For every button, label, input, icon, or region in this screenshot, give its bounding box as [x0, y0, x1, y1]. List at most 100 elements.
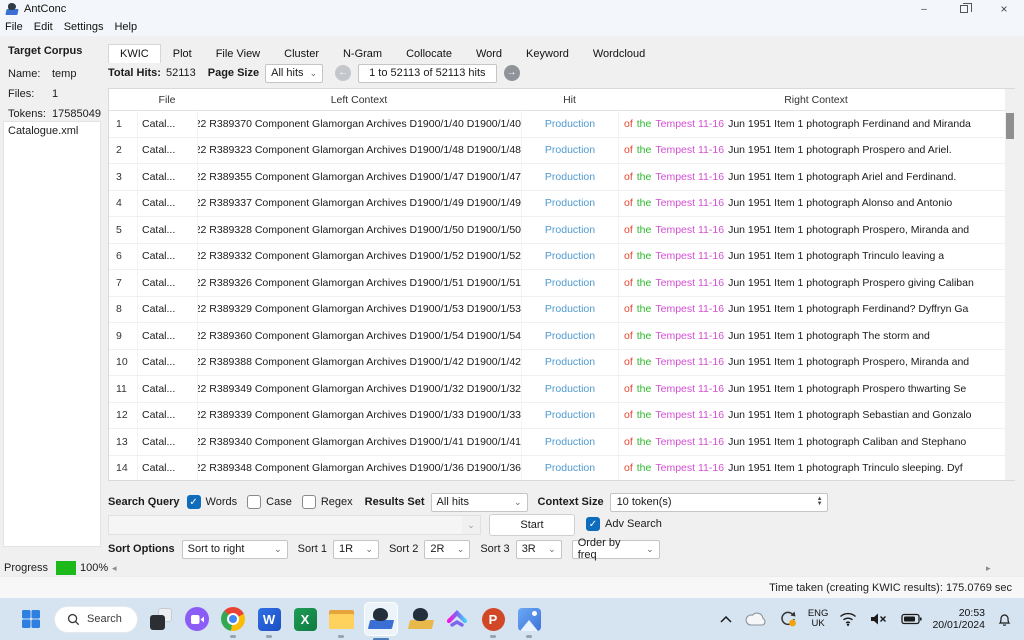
- photos-button[interactable]: [516, 606, 542, 632]
- word-button[interactable]: W: [256, 606, 282, 632]
- regex-checkbox[interactable]: [302, 495, 316, 509]
- video-app-button[interactable]: [184, 606, 210, 632]
- scrollbar-thumb[interactable]: [1006, 113, 1014, 139]
- restore-button[interactable]: [944, 0, 984, 18]
- antconc-alt-button[interactable]: [408, 606, 434, 632]
- file-explorer-button[interactable]: [328, 606, 354, 632]
- hscroll-right-arrow-icon[interactable]: ▸: [986, 563, 991, 574]
- col-header-hit[interactable]: Hit: [521, 89, 618, 110]
- case-checkbox[interactable]: [247, 495, 261, 509]
- menu-settings[interactable]: Settings: [64, 21, 104, 33]
- close-button[interactable]: ×: [984, 0, 1024, 18]
- prev-page-button[interactable]: ←: [335, 65, 351, 81]
- tray-expand-button[interactable]: [717, 606, 735, 632]
- sort-3-select[interactable]: 3R⌄: [516, 540, 562, 559]
- corpus-file-list[interactable]: Catalogue.xml: [3, 121, 101, 547]
- order-by-select[interactable]: Order by freq⌄: [572, 540, 660, 559]
- table-row[interactable]: 7Catal...2022 R389326 Component Glamorga…: [109, 270, 1014, 297]
- cell-hit[interactable]: Production: [521, 350, 618, 376]
- tab-word[interactable]: Word: [464, 44, 514, 63]
- cell-hit[interactable]: Production: [521, 323, 618, 349]
- notifications-button[interactable]: [994, 606, 1014, 632]
- table-row[interactable]: 12Catal...2022 R389339 Component Glamorg…: [109, 403, 1014, 430]
- antconc-taskbar-button[interactable]: [364, 602, 398, 636]
- cell-left-context: 2022 R389326 Component Glamorgan Archive…: [197, 270, 521, 296]
- task-view-button[interactable]: [148, 606, 174, 632]
- menu-file[interactable]: File: [5, 21, 23, 33]
- table-row[interactable]: 1Catal...2022 R389370 Component Glamorga…: [109, 111, 1014, 138]
- table-row[interactable]: 10Catal...2022 R389388 Component Glamorg…: [109, 350, 1014, 377]
- page-size-select[interactable]: All hits⌄: [265, 64, 323, 83]
- hscroll-left-arrow-icon[interactable]: ◂: [112, 563, 117, 574]
- words-checkbox[interactable]: ✓: [187, 495, 201, 509]
- tab-kwic[interactable]: KWIC: [108, 44, 161, 63]
- tab-wordcloud[interactable]: Wordcloud: [581, 44, 657, 63]
- adv-search-checkbox[interactable]: ✓: [586, 517, 600, 531]
- menu-help[interactable]: Help: [114, 21, 137, 33]
- wifi-button[interactable]: [837, 606, 859, 632]
- vertical-scrollbar[interactable]: [1005, 89, 1015, 480]
- volume-muted-button[interactable]: [868, 606, 890, 632]
- cell-hit[interactable]: Production: [521, 270, 618, 296]
- tab-keyword[interactable]: Keyword: [514, 44, 581, 63]
- next-page-button[interactable]: →: [504, 65, 520, 81]
- corpus-file-item[interactable]: Catalogue.xml: [8, 125, 96, 137]
- taskbar-clock[interactable]: 20:5320/01/2024: [932, 607, 985, 631]
- tab-file-view[interactable]: File View: [204, 44, 272, 63]
- onedrive-button[interactable]: [744, 606, 768, 632]
- table-row[interactable]: 6Catal...2022 R389332 Component Glamorga…: [109, 244, 1014, 271]
- sort-2-select[interactable]: 2R⌄: [424, 540, 470, 559]
- spinner-arrows-icon[interactable]: ▲▼: [817, 497, 823, 507]
- table-row[interactable]: 13Catal...2022 R389340 Component Glamorg…: [109, 429, 1014, 456]
- col-header-file[interactable]: File: [137, 89, 197, 110]
- table-header-row: File Left Context Hit Right Context: [109, 89, 1014, 111]
- cell-hit[interactable]: Production: [521, 456, 618, 481]
- kwic-colored-token: the: [637, 118, 652, 130]
- table-row[interactable]: 3Catal...2022 R389355 Component Glamorga…: [109, 164, 1014, 191]
- sort-mode-select[interactable]: Sort to right⌄: [182, 540, 288, 559]
- table-row[interactable]: 2Catal...2022 R389323 Component Glamorga…: [109, 138, 1014, 165]
- table-row[interactable]: 14Catal...2022 R389348 Component Glamorg…: [109, 456, 1014, 481]
- cell-hit[interactable]: Production: [521, 217, 618, 243]
- minimize-button[interactable]: –: [904, 0, 944, 18]
- cell-hit[interactable]: Production: [521, 111, 618, 137]
- table-row[interactable]: 4Catal...2022 R389337 Component Glamorga…: [109, 191, 1014, 218]
- language-indicator[interactable]: ENGUK: [808, 609, 829, 629]
- cell-hit[interactable]: Production: [521, 191, 618, 217]
- battery-button[interactable]: [899, 606, 923, 632]
- search-query-input[interactable]: ⌄: [108, 515, 481, 535]
- start-button-taskbar[interactable]: [18, 606, 44, 632]
- cell-hit[interactable]: Production: [521, 244, 618, 270]
- table-row[interactable]: 9Catal...2022 R389360 Component Glamorga…: [109, 323, 1014, 350]
- taskbar-search-box[interactable]: Search: [54, 606, 138, 633]
- col-header-left-context[interactable]: Left Context: [197, 89, 521, 110]
- cell-hit[interactable]: Production: [521, 164, 618, 190]
- cell-hit[interactable]: Production: [521, 376, 618, 402]
- col-header-right-context[interactable]: Right Context: [618, 89, 1014, 110]
- sort-label: Sort 1: [298, 543, 327, 555]
- cell-hit[interactable]: Production: [521, 138, 618, 164]
- table-row[interactable]: 11Catal...2022 R389349 Component Glamorg…: [109, 376, 1014, 403]
- start-button[interactable]: Start: [489, 514, 575, 536]
- tab-plot[interactable]: Plot: [161, 44, 204, 63]
- table-row[interactable]: 8Catal...2022 R389329 Component Glamorga…: [109, 297, 1014, 324]
- clickup-button[interactable]: [444, 606, 470, 632]
- tab-cluster[interactable]: Cluster: [272, 44, 331, 63]
- cell-hit[interactable]: Production: [521, 429, 618, 455]
- chrome-button[interactable]: [220, 606, 246, 632]
- kwic-colored-token: of: [624, 118, 633, 130]
- sync-status-button[interactable]: [777, 606, 799, 632]
- sort-1-select[interactable]: 1R⌄: [333, 540, 379, 559]
- excel-button[interactable]: X: [292, 606, 318, 632]
- results-set-select[interactable]: All hits⌄: [431, 493, 528, 512]
- powerpoint-button[interactable]: P: [480, 606, 506, 632]
- tab-collocate[interactable]: Collocate: [394, 44, 464, 63]
- chevron-down-icon[interactable]: ⌄: [462, 516, 480, 534]
- context-size-spinner[interactable]: 10 token(s) ▲▼: [610, 493, 828, 512]
- cell-file: Catal...: [137, 376, 197, 402]
- cell-hit[interactable]: Production: [521, 297, 618, 323]
- menu-edit[interactable]: Edit: [34, 21, 53, 33]
- table-row[interactable]: 5Catal...2022 R389328 Component Glamorga…: [109, 217, 1014, 244]
- tab-n-gram[interactable]: N-Gram: [331, 44, 394, 63]
- cell-hit[interactable]: Production: [521, 403, 618, 429]
